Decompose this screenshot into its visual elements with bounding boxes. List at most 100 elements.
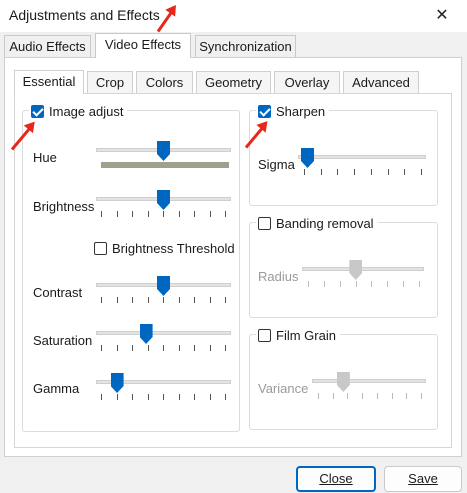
- sharpen-header[interactable]: Sharpen: [256, 102, 330, 120]
- slider-tick: [225, 345, 226, 351]
- subtab-overlay[interactable]: Overlay: [274, 71, 340, 93]
- slider-tick: [163, 297, 164, 303]
- contrast-label: Contrast: [33, 285, 83, 300]
- brightness-ticks: [101, 211, 226, 217]
- slider-tick: [194, 345, 195, 351]
- variance-slider-track: [312, 379, 426, 383]
- slider-tick: [340, 281, 341, 287]
- film-grain-checkbox[interactable]: [258, 328, 271, 342]
- radius-label: Radius: [258, 269, 299, 284]
- radius-slider-track: [302, 267, 424, 271]
- slider-tick: [148, 211, 149, 217]
- film-grain-label: Film Grain: [276, 327, 336, 343]
- saturation-ticks: [101, 345, 226, 351]
- brightness-threshold-checkbox[interactable]: [94, 241, 107, 255]
- gamma-label: Gamma: [33, 381, 80, 396]
- slider-tick: [194, 211, 195, 217]
- slider-tick: [421, 393, 422, 399]
- slider-tick: [304, 169, 305, 175]
- brightness-label: Brightness: [33, 199, 95, 214]
- slider-tick: [356, 281, 357, 287]
- subtab-essential[interactable]: Essential: [14, 70, 84, 94]
- slider-tick: [117, 394, 118, 400]
- slider-tick: [179, 297, 180, 303]
- slider-tick: [194, 297, 195, 303]
- gamma-ticks: [101, 394, 226, 400]
- variance-ticks: [318, 393, 422, 399]
- subtab-crop[interactable]: Crop: [87, 71, 133, 93]
- sigma-label: Sigma: [258, 157, 295, 172]
- slider-tick: [392, 393, 393, 399]
- save-button-label: Save: [408, 471, 438, 486]
- slider-tick: [225, 394, 226, 400]
- slider-tick: [388, 169, 389, 175]
- banding-removal-header[interactable]: Banding removal: [256, 214, 378, 232]
- tab-audio-effects[interactable]: Audio Effects: [4, 35, 91, 57]
- saturation-label: Saturation: [33, 333, 93, 348]
- close-button[interactable]: Close: [296, 466, 376, 492]
- slider-tick: [163, 345, 164, 351]
- slider-tick: [179, 345, 180, 351]
- slider-tick: [194, 394, 195, 400]
- film-grain-header[interactable]: Film Grain: [256, 326, 340, 344]
- hue-color-bar: [101, 162, 229, 168]
- save-button[interactable]: Save: [384, 466, 462, 492]
- banding-removal-label: Banding removal: [276, 215, 374, 231]
- slider-tick: [132, 394, 133, 400]
- slider-tick: [371, 169, 372, 175]
- slider-tick: [163, 211, 164, 217]
- subtab-colors[interactable]: Colors: [136, 71, 193, 93]
- image-adjust-label: Image adjust: [49, 103, 124, 119]
- brightness-threshold-row[interactable]: Brightness Threshold: [94, 239, 235, 257]
- slider-tick: [404, 169, 405, 175]
- slider-tick: [321, 169, 322, 175]
- slider-tick: [333, 393, 334, 399]
- sigma-slider-track[interactable]: [298, 155, 426, 159]
- sharpen-checkbox[interactable]: [258, 104, 271, 118]
- close-button-label: Close: [319, 471, 353, 486]
- slider-tick: [406, 393, 407, 399]
- subtab-geometry[interactable]: Geometry: [196, 71, 271, 93]
- slider-tick: [403, 281, 404, 287]
- image-adjust-checkbox[interactable]: [31, 104, 44, 118]
- image-adjust-header[interactable]: Image adjust: [29, 102, 128, 120]
- hue-label: Hue: [33, 150, 57, 165]
- slider-tick: [387, 281, 388, 287]
- slider-tick: [101, 297, 102, 303]
- slider-tick: [117, 297, 118, 303]
- slider-tick: [318, 393, 319, 399]
- slider-tick: [347, 393, 348, 399]
- slider-tick: [362, 393, 363, 399]
- slider-tick: [377, 393, 378, 399]
- close-icon[interactable]: ✕: [432, 6, 452, 26]
- slider-tick: [225, 297, 226, 303]
- subtab-advanced[interactable]: Advanced: [343, 71, 419, 93]
- slider-tick: [117, 211, 118, 217]
- variance-label: Variance: [258, 381, 309, 396]
- slider-tick: [148, 297, 149, 303]
- tab-synchronization[interactable]: Synchronization: [195, 35, 296, 57]
- slider-tick: [337, 169, 338, 175]
- slider-tick: [132, 211, 133, 217]
- slider-tick: [117, 345, 118, 351]
- slider-tick: [101, 211, 102, 217]
- slider-tick: [132, 345, 133, 351]
- slider-tick: [148, 394, 149, 400]
- title-bar: Adjustments and Effects ✕: [0, 0, 467, 32]
- slider-tick: [210, 211, 211, 217]
- brightness-threshold-label: Brightness Threshold: [112, 240, 235, 256]
- tab-video-effects[interactable]: Video Effects: [95, 33, 191, 58]
- banding-removal-checkbox[interactable]: [258, 216, 271, 230]
- sharpen-label: Sharpen: [276, 103, 326, 119]
- slider-tick: [210, 297, 211, 303]
- slider-tick: [101, 394, 102, 400]
- slider-tick: [421, 169, 422, 175]
- slider-tick: [354, 169, 355, 175]
- slider-tick: [179, 394, 180, 400]
- slider-tick: [101, 345, 102, 351]
- slider-tick: [308, 281, 309, 287]
- slider-tick: [148, 345, 149, 351]
- saturation-slider-track[interactable]: [96, 331, 231, 335]
- slider-tick: [179, 211, 180, 217]
- slider-tick: [371, 281, 372, 287]
